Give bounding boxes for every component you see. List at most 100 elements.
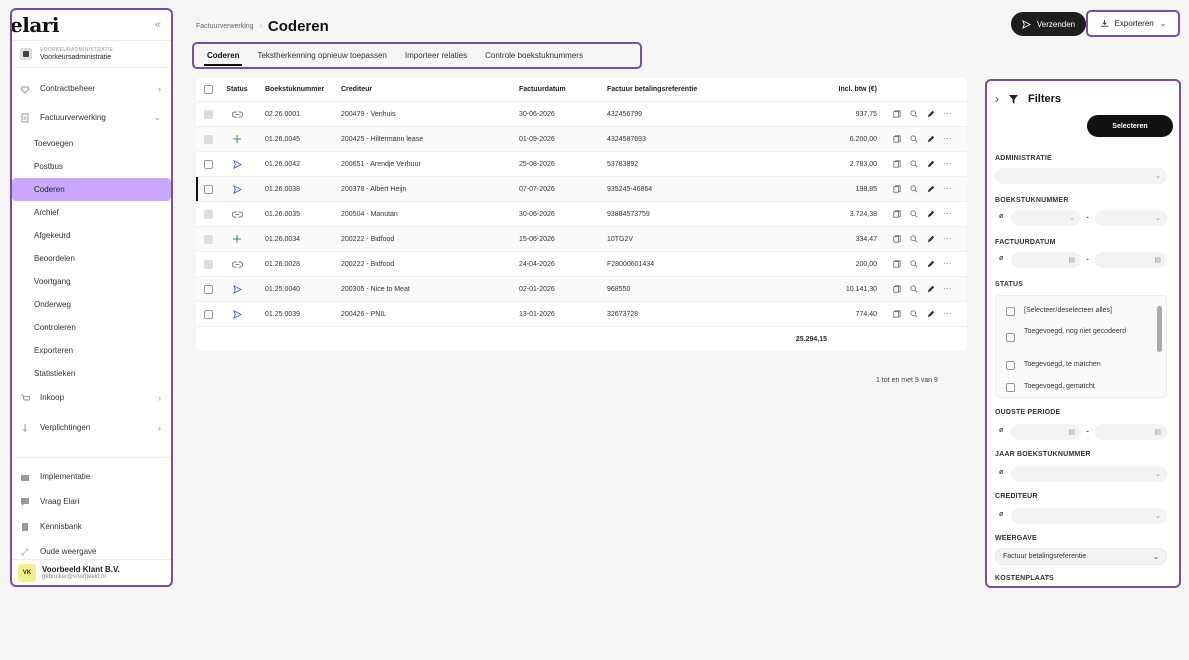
row-checkbox[interactable]: [204, 159, 213, 169]
pencil-icon[interactable]: [927, 235, 935, 243]
pencil-icon[interactable]: [927, 285, 935, 293]
sidebar-subitem-onderweg[interactable]: Onderweg: [12, 293, 171, 316]
select-button[interactable]: Selecteren: [1087, 115, 1173, 137]
checkbox[interactable]: [1006, 307, 1015, 316]
row-checkbox[interactable]: [204, 184, 213, 194]
col-crediteur[interactable]: Crediteur: [341, 86, 519, 93]
scrollbar[interactable]: [1157, 306, 1162, 352]
pencil-icon[interactable]: [927, 110, 935, 118]
copy-icon[interactable]: [892, 235, 901, 243]
table-row[interactable]: 01.26.0042 200651 - Arendje Verhuur 25-0…: [196, 152, 967, 177]
sidebar-subitem-statistieken[interactable]: Statistieken: [12, 362, 171, 385]
col-status[interactable]: Status: [221, 86, 253, 93]
table-row[interactable]: 02.26.0001 200479 - Venhuis 30-06-2026 4…: [196, 102, 967, 127]
checkbox[interactable]: [1006, 383, 1015, 392]
oudste-periode-to[interactable]: ▤: [1095, 424, 1167, 440]
status-option[interactable]: Toegevoegd, nog niet gecodeerd: [1006, 327, 1146, 342]
more-icon[interactable]: ···: [944, 185, 952, 193]
table-row[interactable]: 01.26.0034 200222 - Bidfood 15-06-2026 1…: [196, 227, 967, 252]
table-row[interactable]: 01.26.0035 200504 - Manutan 30-06-2026 9…: [196, 202, 967, 227]
more-icon[interactable]: ···: [944, 285, 952, 293]
tab-tekstherkenning[interactable]: Tekstherkenning opnieuw toepassen: [248, 44, 395, 67]
sidebar-item-implementatie[interactable]: Implementatie: [12, 464, 171, 489]
chevrons-left-icon[interactable]: «: [155, 19, 161, 31]
search-icon[interactable]: [909, 185, 918, 193]
sidebar-item-kennisbank[interactable]: Kennisbank: [12, 514, 171, 539]
table-row[interactable]: 01.26.0045 200425 - Hiltermann lease 01-…: [196, 127, 967, 152]
user-profile[interactable]: VK Voorbeeld Klant B.V. gebruiker@voorbe…: [12, 559, 171, 585]
copy-icon[interactable]: [892, 285, 901, 293]
row-checkbox[interactable]: [204, 284, 213, 294]
export-button[interactable]: Exporteren ⌄: [1086, 10, 1180, 37]
sidebar-item-vraag-elari[interactable]: Vraag Elari: [12, 489, 171, 514]
pencil-icon[interactable]: [927, 135, 935, 143]
copy-icon[interactable]: [892, 260, 901, 268]
boekstuknummer-to[interactable]: ⌄: [1095, 210, 1167, 226]
search-icon[interactable]: [909, 110, 918, 118]
send-button[interactable]: Verzenden: [1011, 12, 1086, 36]
administratie-select[interactable]: ⌄: [995, 168, 1167, 184]
sidebar-subitem-controleren[interactable]: Controleren: [12, 316, 171, 339]
col-factuurdatum[interactable]: Factuurdatum: [519, 86, 607, 93]
more-icon[interactable]: ···: [944, 235, 952, 243]
weergave-select[interactable]: Factuur betalingsreferentie ⌄: [995, 548, 1167, 565]
copy-icon[interactable]: [892, 135, 901, 143]
more-icon[interactable]: ···: [944, 210, 952, 218]
more-icon[interactable]: ···: [944, 260, 952, 268]
sidebar-subitem-archief[interactable]: Archief: [12, 201, 171, 224]
copy-icon[interactable]: [892, 310, 901, 318]
more-icon[interactable]: ···: [944, 135, 952, 143]
sidebar-item-verplichtingen[interactable]: Verplichtingen ›: [12, 415, 171, 440]
sidebar-subitem-voortgang[interactable]: Voortgang: [12, 270, 171, 293]
pencil-icon[interactable]: [927, 160, 935, 168]
sidebar-subitem-afgekeurd[interactable]: Afgekeurd: [12, 224, 171, 247]
copy-icon[interactable]: [892, 210, 901, 218]
search-icon[interactable]: [909, 260, 918, 268]
sidebar-item-contractbeheer[interactable]: Contractbeheer ›: [12, 76, 171, 101]
pencil-icon[interactable]: [927, 185, 935, 193]
sidebar-item-inkoop[interactable]: Inkoop ›: [12, 385, 171, 410]
checkbox[interactable]: [1006, 361, 1015, 370]
more-icon[interactable]: ···: [944, 310, 952, 318]
search-icon[interactable]: [909, 310, 918, 318]
crediteur-select[interactable]: ⌄: [1011, 508, 1167, 524]
col-amount[interactable]: Incl. btw (€): [767, 86, 878, 93]
copy-icon[interactable]: [892, 110, 901, 118]
table-row[interactable]: 01.25.0039 200426 - PNIL 13-01-2026 3267…: [196, 302, 967, 327]
search-icon[interactable]: [909, 135, 918, 143]
breadcrumb-parent[interactable]: Factuurverwerking: [196, 23, 254, 30]
table-row[interactable]: 01.25.0040 200305 - Nice to Meat 02-01-2…: [196, 277, 967, 302]
col-referentie[interactable]: Factuur betalingsreferentie: [607, 86, 767, 93]
col-boekstuknummer[interactable]: Boekstuknummer: [253, 86, 341, 93]
search-icon[interactable]: [909, 235, 918, 243]
table-row[interactable]: 01.26.0038 200378 - Albert Heijn 07-07-2…: [196, 177, 967, 202]
table-row[interactable]: 01.26.0028 200222 - Bidfood 24-04-2026 F…: [196, 252, 967, 277]
status-option[interactable]: Toegevoegd, te matchen: [1006, 360, 1101, 370]
tab-coderen[interactable]: Coderen: [198, 44, 248, 67]
row-checkbox[interactable]: [204, 309, 213, 319]
factuurdatum-to[interactable]: ▤: [1095, 252, 1167, 268]
sidebar-subitem-toevoegen[interactable]: Toevoegen: [12, 132, 171, 155]
pencil-icon[interactable]: [927, 310, 935, 318]
administration-selector[interactable]: VOORKEURADMINISTRATIE Voorkeursadministr…: [12, 40, 171, 68]
search-icon[interactable]: [909, 160, 918, 168]
checkbox[interactable]: [1006, 333, 1015, 342]
sidebar-subitem-coderen[interactable]: Coderen: [12, 178, 171, 201]
chevron-right-icon[interactable]: ›: [995, 92, 999, 106]
sidebar-subitem-beoordelen[interactable]: Beoordelen: [12, 247, 171, 270]
oudste-periode-from[interactable]: ▤: [1011, 424, 1081, 440]
tab-importeer-relaties[interactable]: Importeer relaties: [396, 44, 476, 67]
copy-icon[interactable]: [892, 185, 901, 193]
sidebar-subitem-exporteren[interactable]: Exporteren: [12, 339, 171, 362]
search-icon[interactable]: [909, 210, 918, 218]
sidebar-item-factuurverwerking[interactable]: Factuurverwerking ⌄: [12, 105, 171, 130]
tab-controle-boekstuknummers[interactable]: Controle boekstuknummers: [476, 44, 592, 67]
more-icon[interactable]: ···: [944, 110, 952, 118]
copy-icon[interactable]: [892, 160, 901, 168]
pencil-icon[interactable]: [927, 210, 935, 218]
factuurdatum-from[interactable]: ▤: [1011, 252, 1081, 268]
status-option[interactable]: [Selecteer/deselecteer alles]: [1006, 306, 1112, 316]
more-icon[interactable]: ···: [944, 160, 952, 168]
jaar-select[interactable]: ⌄: [1011, 466, 1167, 482]
search-icon[interactable]: [909, 285, 918, 293]
